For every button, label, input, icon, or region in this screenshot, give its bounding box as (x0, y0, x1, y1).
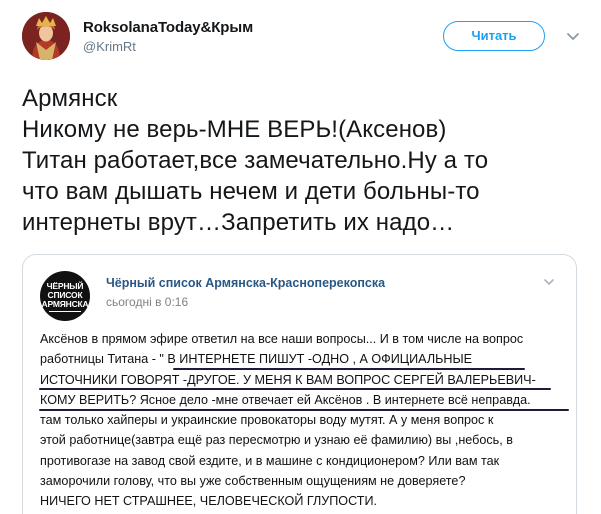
tweet-header: RoksolanaToday&Крым @KrimRt Читать (0, 0, 601, 70)
tweet-text-line: интернеты врут…Запретить их надо… (22, 209, 455, 236)
tweet-text: Армянск Никому не верь-МНЕ ВЕРЬ!(Аксенов… (22, 83, 592, 238)
post-time: сьогодні в 0:16 (106, 295, 189, 309)
post-line: Аксёнов в прямом эфире ответил на все на… (40, 332, 524, 346)
author-handle[interactable]: @KrimRt (83, 39, 136, 54)
follow-button[interactable]: Читать (443, 21, 545, 51)
post-line: работницы Титана - " В ИНТЕРНЕТЕ ПИШУТ -… (40, 352, 473, 367)
post-line: противогазе на завод свой ездите, и в ма… (40, 453, 500, 468)
group-logo: ЧЁРНЫЙ СПИСОК АРМЯНСКА (40, 271, 90, 321)
hand-drawn-underline (173, 368, 525, 370)
post-line: там только хайперы и украинские провокат… (40, 413, 494, 428)
tweet-text-line: что вам дышать нечем и дети больны-то (22, 178, 480, 205)
tweet-text-line: Армянск (22, 85, 118, 112)
logo-divider (49, 311, 81, 312)
avatar[interactable] (22, 12, 70, 60)
tweet-text-line: Титан работает,все замечательно.Ну а то (22, 147, 489, 174)
post-line: КОМУ ВЕРИТЬ? Ясное дело -мне отвечает ей… (40, 392, 531, 407)
author-display-name[interactable]: RoksolanaToday&Крым (83, 19, 253, 36)
more-icon (544, 279, 554, 286)
group-logo-text: АРМЯНСКА (41, 299, 89, 309)
post-line: НИЧЕГО НЕТ СТРАШНЕЕ, ЧЕЛОВЕЧЕСКОЙ ГЛУПОС… (40, 494, 378, 509)
attached-screenshot[interactable]: ЧЁРНЫЙ СПИСОК АРМЯНСКА Чёрный список Арм… (22, 254, 577, 514)
hand-drawn-underline (39, 388, 551, 390)
post-line: этой работнице(завтра ещё раз пересмотрю… (40, 433, 513, 448)
post-body: Аксёнов в прямом эфире ответил на все на… (40, 329, 570, 512)
post-line: заморочили голову, что вы уже собственны… (40, 474, 466, 489)
group-name: Чёрный список Армянска-Красноперекопска (106, 276, 386, 290)
chevron-down-icon[interactable] (564, 27, 582, 45)
post-line: ИСТОЧНИКИ ГОВОРЯТ -ДРУГОЕ. У МЕНЯ К ВАМ … (40, 372, 536, 387)
hand-drawn-underline (39, 409, 569, 411)
tweet-text-line: Никому не верь-МНЕ ВЕРЬ!(Аксенов) (22, 116, 447, 143)
